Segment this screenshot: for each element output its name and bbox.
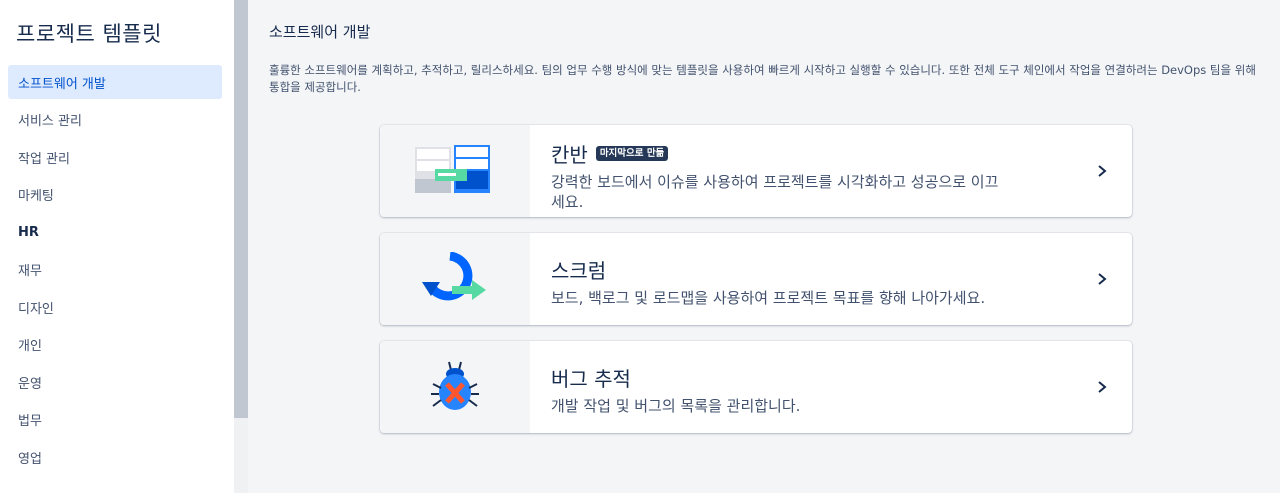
card-description: 보드, 백로그 및 로드맵을 사용하여 프로젝트 목표를 향해 나아가세요.: [551, 289, 986, 307]
sidebar-item-software-development[interactable]: 소프트웨어 개발: [8, 65, 222, 99]
sidebar-item-work-management[interactable]: 작업 관리: [8, 140, 222, 174]
template-card-bug-tracking[interactable]: 버그 추적 개발 작업 및 버그의 목록을 관리합니다.: [380, 341, 1132, 433]
card-title: 버그 추적: [551, 367, 631, 391]
sidebar-item-service-management[interactable]: 서비스 관리: [8, 103, 222, 137]
chevron-right-icon: [1094, 379, 1110, 395]
kanban-board-icon: [415, 145, 490, 193]
sidebar: 프로젝트 템플릿 소프트웨어 개발 서비스 관리 작업 관리 마케팅 HR 재무…: [0, 0, 234, 493]
card-description: 개발 작업 및 버그의 목록을 관리합니다.: [551, 397, 801, 415]
sidebar-item-operations[interactable]: 운영: [8, 365, 222, 399]
bug-illustration: [380, 341, 530, 433]
sidebar-item-sales[interactable]: 영업: [8, 440, 222, 474]
card-body: 칸반 마지막으로 만듦 강력한 보드에서 이슈를 사용하여 프로젝트를 시각화하…: [530, 125, 1132, 217]
last-created-badge: 마지막으로 만듦: [595, 146, 669, 161]
sidebar-item-personal[interactable]: 개인: [8, 328, 222, 362]
kanban-illustration: [380, 125, 530, 217]
template-card-scrum[interactable]: 스크럼 보드, 백로그 및 로드맵을 사용하여 프로젝트 목표를 향해 나아가세…: [380, 233, 1132, 325]
sidebar-item-design[interactable]: 디자인: [8, 290, 222, 324]
sidebar-item-hr[interactable]: HR: [8, 215, 222, 249]
page-description: 훌륭한 소프트웨어를 계획하고, 추적하고, 릴리스하세요. 팀의 업무 수행 …: [269, 63, 1256, 94]
card-title-row: 스크럼: [551, 255, 1132, 284]
sidebar-item-marketing[interactable]: 마케팅: [8, 178, 222, 212]
sidebar-title: 프로젝트 템플릿: [16, 22, 162, 46]
bug-icon: [431, 361, 479, 410]
scrollbar-thumb[interactable]: [234, 0, 248, 418]
sidebar-scrollbar[interactable]: [234, 0, 248, 493]
card-body: 스크럼 보드, 백로그 및 로드맵을 사용하여 프로젝트 목표를 향해 나아가세…: [530, 233, 1132, 325]
main-content: 소프트웨어 개발 훌륭한 소프트웨어를 계획하고, 추적하고, 릴리스하세요. …: [248, 0, 1280, 493]
card-title: 스크럼: [551, 259, 607, 283]
chevron-right-icon: [1094, 271, 1110, 287]
sidebar-item-legal[interactable]: 법무: [8, 403, 222, 437]
template-card-kanban[interactable]: 칸반 마지막으로 만듦 강력한 보드에서 이슈를 사용하여 프로젝트를 시각화하…: [380, 125, 1132, 217]
page-title: 소프트웨어 개발: [269, 23, 371, 41]
scrum-illustration: [380, 233, 530, 325]
sidebar-nav: 소프트웨어 개발 서비스 관리 작업 관리 마케팅 HR 재무 디자인 개인 운…: [8, 65, 222, 478]
card-body: 버그 추적 개발 작업 및 버그의 목록을 관리합니다.: [530, 341, 1132, 433]
card-description: 강력한 보드에서 이슈를 사용하여 프로젝트를 시각화하고 성공으로 이끄세요.: [551, 173, 999, 211]
sidebar-item-finance[interactable]: 재무: [8, 253, 222, 287]
chevron-right-icon: [1094, 163, 1110, 179]
card-title: 칸반: [551, 143, 588, 167]
card-title-row: 버그 추적: [551, 363, 1132, 392]
card-title-row: 칸반 마지막으로 만듦: [551, 139, 1132, 168]
scrum-cycle-icon: [422, 252, 486, 301]
